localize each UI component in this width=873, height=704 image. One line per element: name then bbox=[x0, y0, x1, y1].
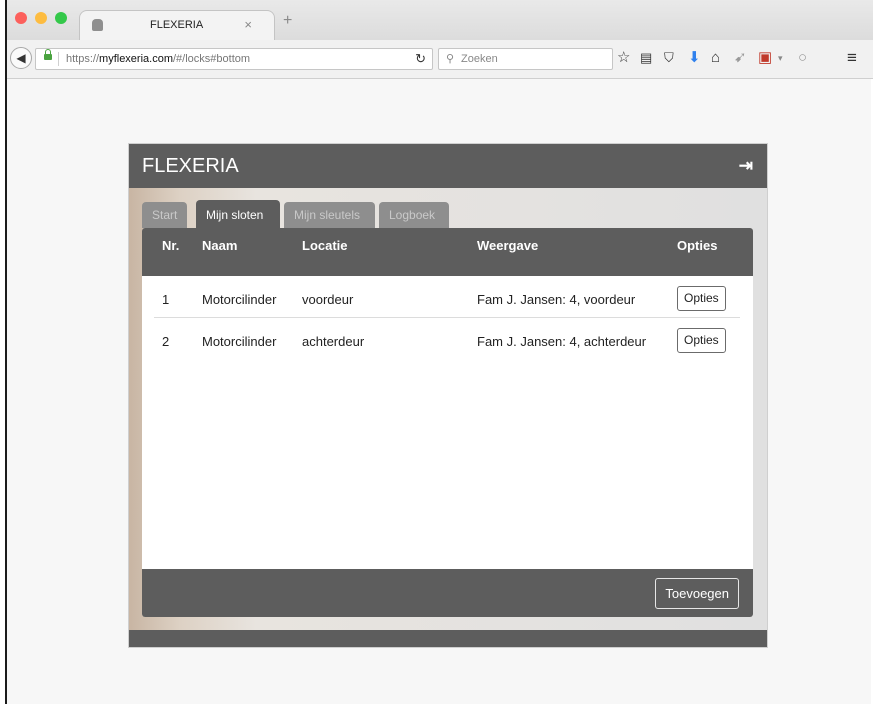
search-icon: ⚲ bbox=[446, 53, 455, 65]
tab-start[interactable]: Start bbox=[142, 202, 187, 228]
browser-tab[interactable]: FLEXERIA × bbox=[79, 10, 275, 40]
extension-icon[interactable]: ▣ bbox=[758, 49, 772, 67]
download-icon[interactable]: ⬇ bbox=[688, 49, 701, 67]
tab-close-icon[interactable]: × bbox=[244, 17, 252, 32]
row-divider bbox=[154, 317, 740, 318]
cell-locatie: achterdeur bbox=[302, 334, 365, 349]
cell-weergave: Fam J. Jansen: 4, achterdeur bbox=[477, 334, 647, 349]
add-lock-button[interactable]: Toevoegen bbox=[655, 578, 739, 609]
column-opties: Opties bbox=[677, 238, 718, 253]
cell-nr: 1 bbox=[162, 292, 170, 307]
table-row: 1 Motorcilinder voordeur Fam J. Jansen: … bbox=[142, 283, 753, 325]
reading-list-icon[interactable]: ▤ bbox=[640, 49, 652, 67]
tab-title: FLEXERIA bbox=[150, 19, 204, 31]
opties-button[interactable]: Opties bbox=[677, 286, 726, 311]
tab-logboek[interactable]: Logboek bbox=[379, 202, 449, 228]
search-placeholder: Zoeken bbox=[461, 53, 498, 65]
locks-panel: Nr. Naam Locatie Weergave Opties 1 Motor… bbox=[142, 228, 753, 617]
reload-icon[interactable]: ↻ bbox=[415, 51, 426, 67]
url-text: https://myflexeria.com/#/locks#bottom bbox=[66, 53, 251, 65]
menu-icon[interactable]: ≡ bbox=[847, 49, 857, 67]
home-icon[interactable]: ⌂ bbox=[711, 49, 720, 67]
table-row: 2 Motorcilinder achterdeur Fam J. Jansen… bbox=[142, 325, 753, 367]
back-arrow-icon[interactable]: ◀ bbox=[10, 47, 32, 69]
search-input[interactable]: ⚲ Zoeken bbox=[438, 48, 613, 70]
column-weergave: Weergave bbox=[477, 238, 539, 253]
lock-icon bbox=[44, 49, 52, 60]
column-nr: Nr. bbox=[162, 238, 180, 253]
bookmark-star-icon[interactable]: ☆ bbox=[617, 49, 630, 67]
new-tab-button[interactable]: + bbox=[283, 12, 292, 30]
extension-dropdown-icon[interactable]: ▾ bbox=[778, 49, 783, 67]
tab-mijn-sloten[interactable]: Mijn sloten bbox=[196, 200, 280, 228]
navigation-bar: ◀ https://myflexeria.com/#/locks#bottom … bbox=[7, 40, 873, 79]
app-card: FLEXERIA ⇥ Start Mijn sloten Mijn sleute… bbox=[128, 143, 768, 648]
panel-footer: Toevoegen bbox=[142, 569, 753, 617]
tab-strip: FLEXERIA × + bbox=[7, 0, 873, 41]
zoom-window-button[interactable] bbox=[55, 12, 67, 24]
favicon-icon bbox=[92, 19, 103, 31]
table-header: Nr. Naam Locatie Weergave Opties bbox=[142, 228, 753, 276]
cell-naam: Motorcilinder bbox=[202, 334, 277, 349]
cell-locatie: voordeur bbox=[302, 292, 354, 307]
window-controls bbox=[15, 12, 67, 24]
cell-naam: Motorcilinder bbox=[202, 292, 277, 307]
column-naam: Naam bbox=[202, 238, 238, 253]
browser-window: FLEXERIA × + ◀ https://myflexeria.com/#/… bbox=[5, 0, 873, 704]
cell-weergave: Fam J. Jansen: 4, voordeur bbox=[477, 292, 636, 307]
pocket-icon[interactable]: ⛉ bbox=[664, 49, 674, 67]
close-window-button[interactable] bbox=[15, 12, 27, 24]
column-locatie: Locatie bbox=[302, 238, 348, 253]
minimize-window-button[interactable] bbox=[35, 12, 47, 24]
app-footer bbox=[129, 630, 767, 647]
cell-nr: 2 bbox=[162, 334, 170, 349]
url-bar[interactable]: https://myflexeria.com/#/locks#bottom ↻ bbox=[35, 48, 433, 70]
tab-mijn-sleutels[interactable]: Mijn sleutels bbox=[284, 202, 375, 228]
logout-icon[interactable]: ⇥ bbox=[739, 156, 753, 176]
chat-icon[interactable]: ○ bbox=[798, 49, 807, 67]
url-divider bbox=[58, 52, 59, 66]
opties-button[interactable]: Opties bbox=[677, 328, 726, 353]
brand-title: FLEXERIA bbox=[142, 155, 239, 177]
app-header: FLEXERIA ⇥ bbox=[129, 144, 767, 188]
send-icon[interactable]: ➹ bbox=[734, 49, 747, 67]
